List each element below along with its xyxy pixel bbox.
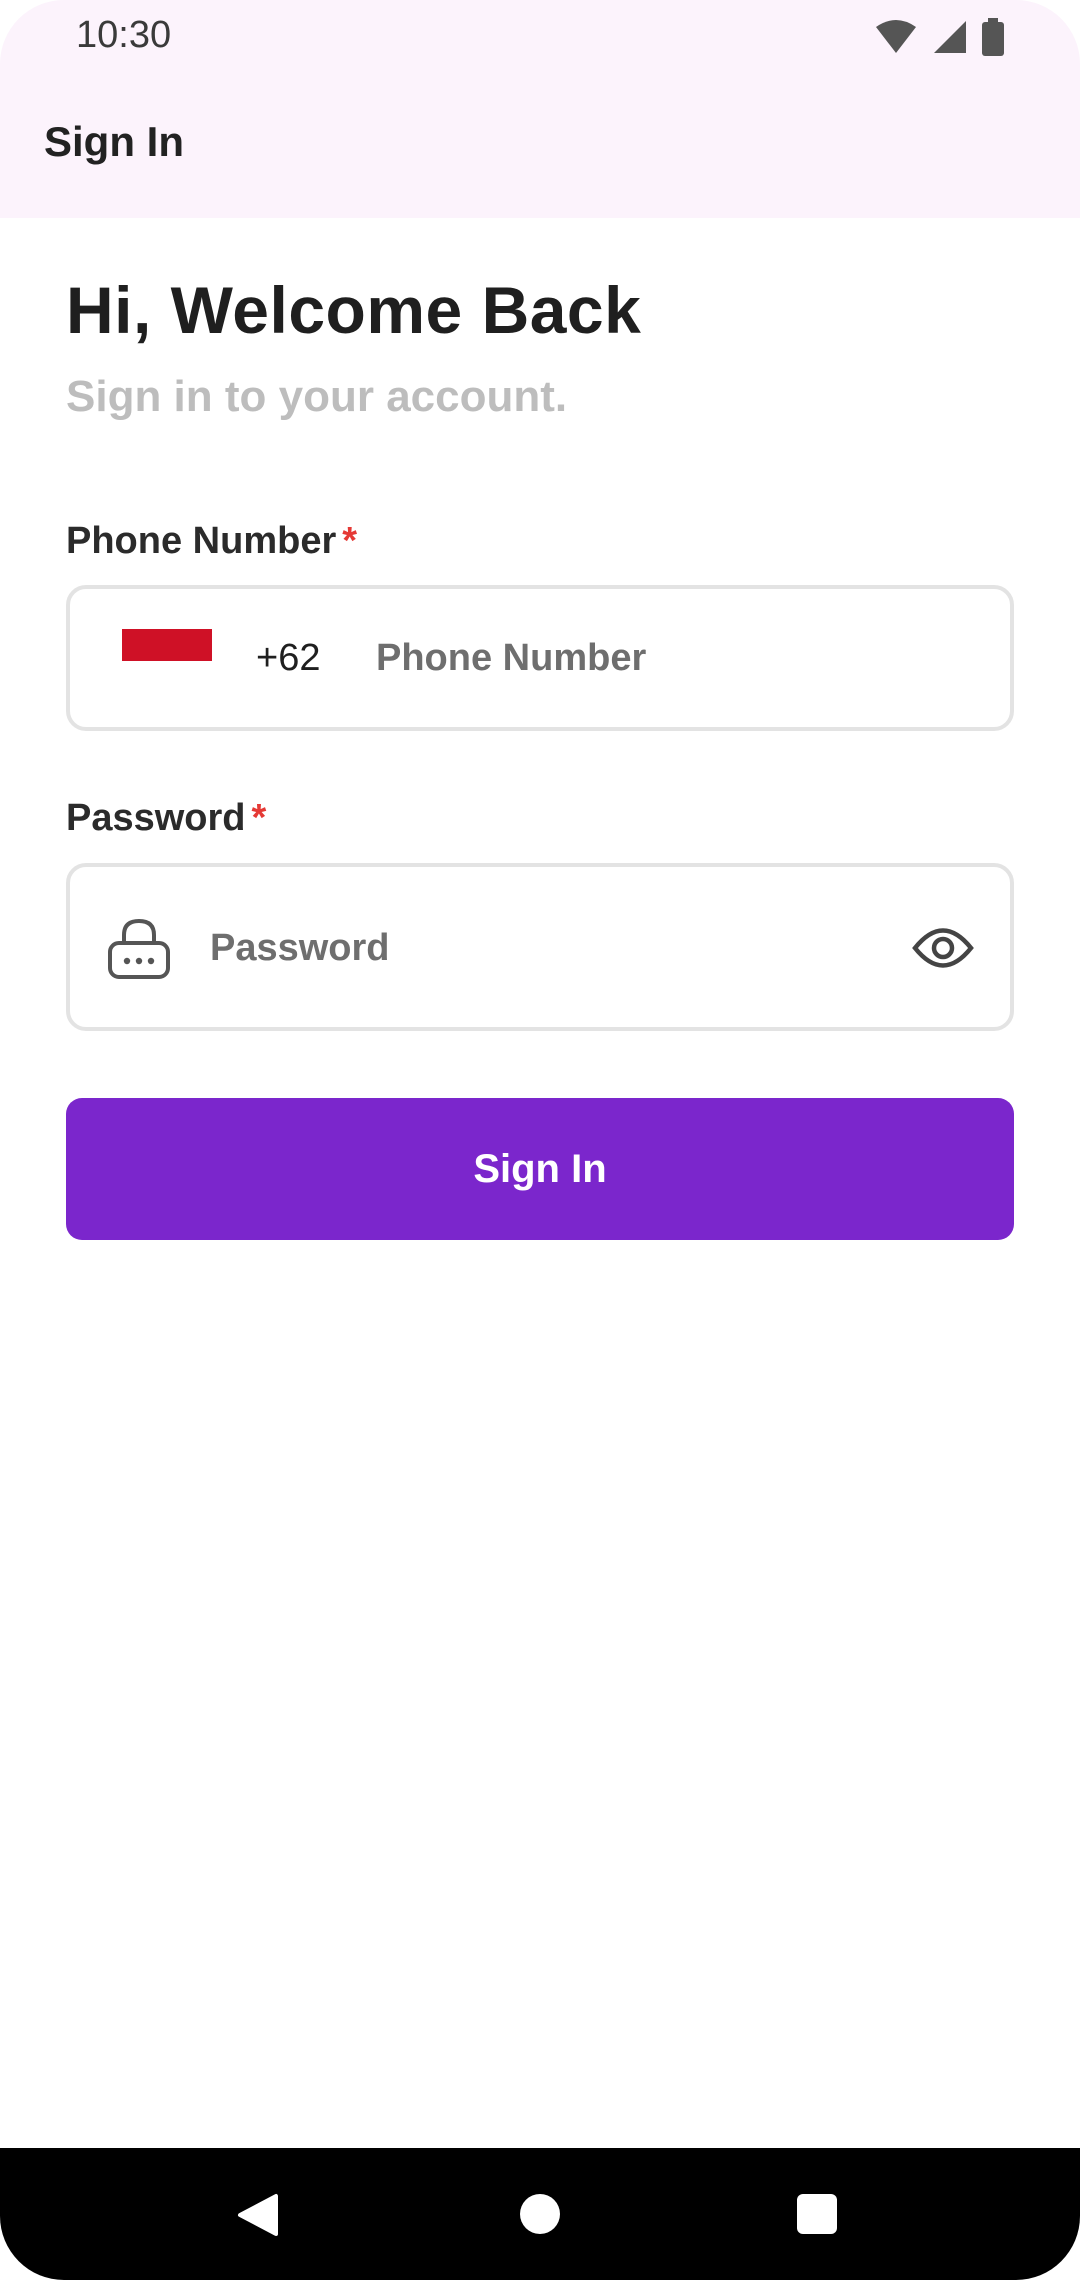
country-code[interactable]: +62 [256,637,320,680]
top-bar: 10:30 Sign In [0,0,1080,218]
sign-in-screen: 10:30 Sign In Hi, Welcome Back Sign in t… [0,0,1080,2280]
status-time: 10:30 [76,14,172,56]
password-field[interactable] [66,863,1014,1031]
back-icon[interactable] [236,2192,280,2238]
phone-label: Phone Number * [66,520,357,563]
required-mark: * [251,797,267,839]
indonesia-flag-icon[interactable] [122,629,212,661]
battery-icon [982,18,1004,56]
phone-field[interactable]: +62 [66,585,1014,731]
home-icon[interactable] [520,2194,560,2234]
lock-icon [108,918,170,979]
system-nav-bar [0,2148,1080,2280]
page-headline: Hi, Welcome Back [66,273,642,347]
sign-in-button[interactable]: Sign In [66,1098,1014,1240]
password-label: Password * [66,797,266,840]
phone-label-text: Phone Number [66,520,337,562]
recents-icon[interactable] [797,2194,837,2234]
password-label-text: Password [66,797,246,839]
app-bar-title: Sign In [44,118,184,165]
status-icons [874,18,1004,56]
password-input[interactable] [210,913,850,983]
signal-icon [934,21,966,53]
required-mark: * [342,520,358,562]
phone-input[interactable] [376,623,976,693]
flag-white-stripe [122,661,212,681]
page-subtitle: Sign in to your account. [66,372,568,421]
wifi-icon [876,20,916,53]
eye-icon[interactable] [912,919,974,977]
